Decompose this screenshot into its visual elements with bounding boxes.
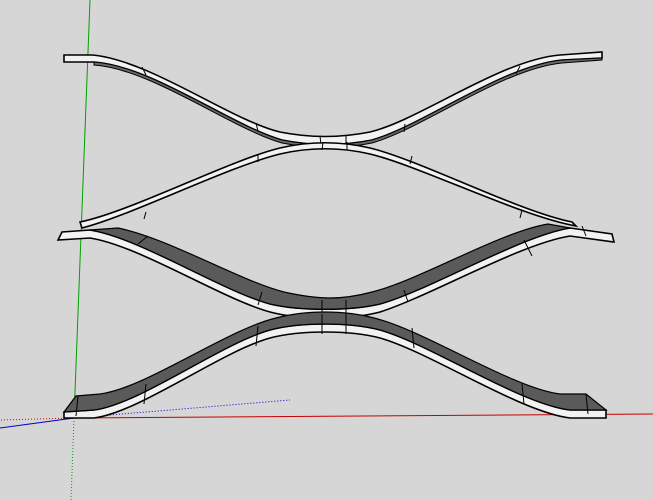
upper-band-back[interactable] bbox=[63, 51, 603, 148]
band-top-face bbox=[63, 51, 603, 146]
upper-band-front[interactable] bbox=[78, 141, 579, 229]
green-axis-dotted bbox=[70, 417, 75, 500]
scene-canvas[interactable] bbox=[0, 0, 653, 500]
axes bbox=[0, 0, 653, 500]
lower-side-face bbox=[89, 223, 571, 310]
band-top-side bbox=[93, 57, 603, 148]
bottom-top-face bbox=[63, 323, 607, 419]
lower-band-front[interactable] bbox=[62, 311, 608, 419]
lower-band-back[interactable] bbox=[56, 223, 616, 319]
band-mid-face bbox=[78, 141, 579, 229]
3d-viewport[interactable] bbox=[0, 0, 653, 500]
blue-axis-solid bbox=[0, 417, 75, 429]
